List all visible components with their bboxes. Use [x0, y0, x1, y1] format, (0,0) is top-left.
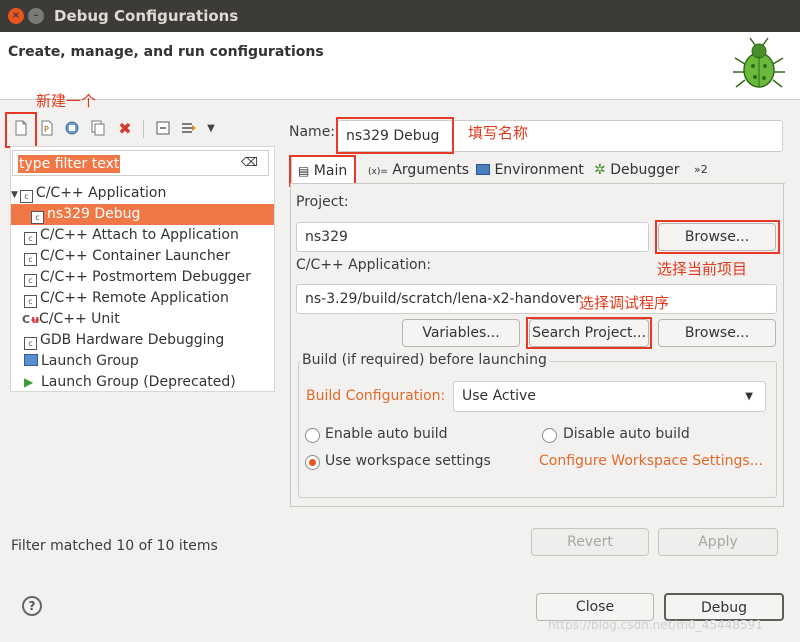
window-title: Debug Configurations [54, 7, 239, 25]
cu-icon: Cʉ [22, 313, 41, 326]
project-field[interactable]: ns329 [296, 222, 649, 252]
c-app-icon: c [19, 190, 33, 203]
variables-button[interactable]: Variables... [402, 319, 520, 347]
project-label: Project: [296, 194, 349, 210]
chevron-down-icon: ▼ [745, 391, 753, 402]
disable-auto-build-label: Disable auto build [563, 426, 690, 442]
tree-item-launch-group[interactable]: Launch Group [11, 351, 274, 372]
tree-item-remote[interactable]: c C/C++ Remote Application [11, 288, 274, 309]
filter-icon[interactable] [180, 120, 198, 138]
tab-environment-label: Environment [494, 162, 584, 178]
clear-filter-icon[interactable]: ⌫ [241, 155, 259, 169]
dialog-heading: Create, manage, and run configurations [8, 44, 324, 60]
copy-icon[interactable] [89, 120, 107, 138]
filter-placeholder[interactable]: type filter text [18, 155, 121, 173]
arguments-icon: (x)= [368, 167, 388, 177]
tree-item-label: C/C++ Postmortem Debugger [40, 269, 251, 285]
tree-item-gdb-hardware[interactable]: c GDB Hardware Debugging [11, 330, 274, 351]
tab-debugger-label: Debugger [610, 162, 680, 178]
help-icon[interactable]: ? [22, 596, 42, 616]
environment-icon [476, 164, 490, 175]
build-configuration-select[interactable]: Use Active ▼ [453, 381, 766, 412]
watermark: https://blog.csdn.net/m0_45448591 [548, 618, 763, 632]
tree-item-label: C/C++ Container Launcher [40, 248, 231, 264]
tree-item-container[interactable]: c C/C++ Container Launcher [11, 246, 274, 267]
disable-auto-build-radio[interactable] [542, 428, 557, 443]
bug-icon [733, 37, 785, 88]
enable-auto-build-label: Enable auto build [325, 426, 448, 442]
tab-arguments[interactable]: (x)= Arguments [360, 156, 470, 184]
tree-item-label: C/C++ Unit [39, 311, 120, 327]
play-icon: ▶ [24, 375, 34, 389]
name-label: Name: [289, 124, 336, 140]
tree-item-launch-group-deprecated[interactable]: ▶ Launch Group (Deprecated) [11, 372, 274, 393]
build-configuration-value: Use Active [462, 388, 536, 404]
tree-item-label: Launch Group [41, 353, 139, 369]
dialog-header [0, 32, 800, 100]
application-field[interactable]: ns-3.29/build/scratch/lena-x2-handover [296, 284, 777, 314]
svg-text:P: P [44, 125, 49, 134]
annotation-box-browse [655, 220, 780, 254]
duplicate-icon[interactable] [63, 120, 81, 138]
revert-button[interactable]: Revert [531, 528, 649, 556]
close-button[interactable]: Close [536, 593, 654, 621]
annotation-new: 新建一个 [36, 92, 97, 110]
debug-button[interactable]: Debug [664, 593, 784, 621]
use-workspace-settings-label: Use workspace settings [325, 453, 491, 469]
build-configuration-label: Build Configuration: [306, 388, 446, 404]
dropdown-icon[interactable]: ▼ [202, 120, 220, 138]
c-app-icon: c [24, 274, 37, 287]
close-window-icon[interactable]: × [8, 8, 24, 24]
tree-item-unit[interactable]: CʉC/C++ Unit [11, 309, 274, 330]
debugger-bug-icon: ✲ [594, 162, 606, 178]
annotation-box-search [526, 317, 652, 349]
tree-item-attach[interactable]: c C/C++ Attach to Application [11, 225, 274, 246]
delete-icon[interactable]: ✖ [116, 120, 134, 138]
tree-item-label: GDB Hardware Debugging [40, 332, 225, 348]
tree-item-label: C/C++ Application [35, 185, 167, 201]
tree-item-postmortem[interactable]: c C/C++ Postmortem Debugger [11, 267, 274, 288]
use-workspace-settings-radio[interactable] [305, 455, 320, 470]
c-app-icon: c [24, 337, 37, 350]
toolbar-divider [143, 120, 144, 138]
c-app-icon: c [24, 253, 37, 266]
tree-item-label: C/C++ Remote Application [40, 290, 229, 306]
tab-arguments-label: Arguments [392, 162, 470, 178]
launch-group-icon [24, 354, 38, 366]
collapse-all-icon[interactable] [154, 120, 172, 138]
tree-item-label: Launch Group (Deprecated) [41, 374, 236, 390]
c-app-icon: c [31, 211, 44, 224]
filter-status: Filter matched 10 of 10 items [11, 538, 218, 554]
tab-debugger[interactable]: ✲ Debugger [590, 156, 686, 184]
c-app-icon: c [24, 232, 37, 245]
annotation-name: 填写名称 [468, 124, 529, 142]
minimize-window-icon[interactable]: – [28, 8, 44, 24]
annotation-app: 选择调试程序 [579, 294, 670, 312]
annotation-box-name [336, 117, 454, 154]
build-group-label: Build (if required) before launching [300, 352, 549, 368]
tab-environment[interactable]: Environment [472, 156, 588, 184]
tree-item-cpp-application[interactable]: ▼ c C/C++ Application [11, 183, 274, 204]
new-config-icon[interactable] [12, 120, 30, 138]
annotation-browse: 选择当前项目 [657, 260, 748, 278]
tab-overflow[interactable]: »2 [694, 156, 716, 184]
tree-item-label: ns329 Debug [47, 206, 141, 222]
tree-item-label: C/C++ Attach to Application [40, 227, 239, 243]
configure-workspace-link[interactable]: Configure Workspace Settings... [539, 453, 763, 469]
c-app-icon: c [24, 295, 37, 308]
tree-item-ns329-debug[interactable]: c ns329 Debug [11, 204, 274, 225]
apply-button[interactable]: Apply [658, 528, 778, 556]
new-prototype-icon[interactable]: P [38, 120, 56, 138]
browse-application-button[interactable]: Browse... [658, 319, 776, 347]
application-label: C/C++ Application: [296, 257, 432, 273]
enable-auto-build-radio[interactable] [305, 428, 320, 443]
expand-arrow-icon[interactable]: ▼ [11, 190, 18, 200]
